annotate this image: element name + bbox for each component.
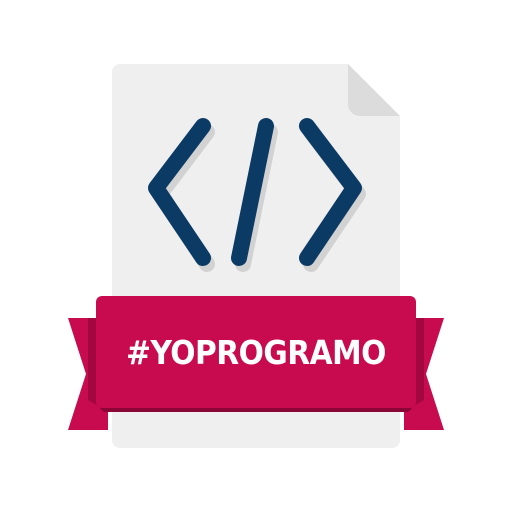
badge-label: #YOPROGRAMO bbox=[126, 332, 386, 372]
folded-corner bbox=[348, 64, 400, 116]
code-file-badge: #YOPROGRAMO bbox=[0, 0, 512, 512]
code-file-icon bbox=[68, 64, 444, 448]
